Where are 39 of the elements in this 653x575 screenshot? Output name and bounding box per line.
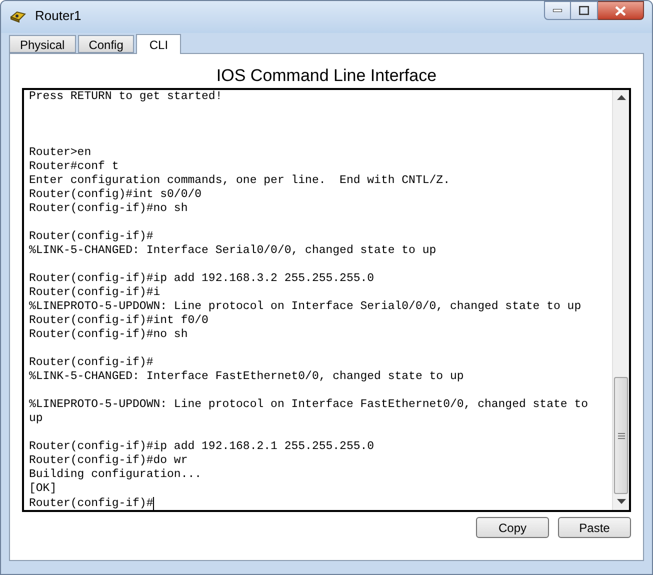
terminal-line: Router(config-if)# (29, 230, 154, 244)
terminal-line: Router>en (29, 146, 92, 160)
maximize-button[interactable] (571, 1, 598, 20)
terminal-line: Router(config-if)# (29, 356, 154, 370)
terminal-line: %LINK-5-CHANGED: Interface FastEthernet0/0, changed state to up (29, 370, 465, 384)
terminal-line: Router(config-if)# (29, 496, 154, 510)
scroll-thumb[interactable] (614, 377, 628, 494)
terminal-line: Enter configuration commands, one per line. End with CNTL/Z. (29, 174, 451, 188)
terminal-line: Router(config-if)#int f0/0 (29, 314, 210, 328)
terminal-line: [OK] (29, 482, 58, 496)
minimize-icon (553, 9, 562, 12)
terminal-line: Router(config-if)#no sh (29, 328, 189, 342)
scrollbar[interactable] (612, 90, 629, 510)
tab[interactable]: Physical (9, 35, 76, 53)
action-button[interactable]: Copy (476, 517, 549, 538)
terminal-line: Press RETURN to get started! (29, 90, 224, 104)
tab[interactable]: Config (78, 35, 134, 53)
minimize-button[interactable] (544, 1, 571, 20)
terminal-line: Router(config-if)#i (29, 286, 162, 300)
terminal-line: Router(config-if)#ip add 192.168.3.2 255.255.255.0 (29, 272, 376, 286)
close-button[interactable] (598, 1, 644, 20)
terminal-line: Router(config-if)#do wr (29, 454, 189, 468)
terminal-line: Router(config-if)#no sh (29, 202, 189, 216)
scroll-down-icon (616, 499, 626, 505)
action-button[interactable]: Paste (558, 517, 631, 538)
terminal-line: Router(config-if)#ip add 192.168.2.1 255.255.255.0 (29, 440, 376, 454)
tab[interactable]: CLI (136, 34, 182, 54)
terminal-line: Router(config)#int s0/0/0 (29, 188, 203, 202)
maximize-icon (579, 6, 589, 15)
window-title: Router1 (35, 7, 82, 25)
terminal-line: %LINEPROTO-5-UPDOWN: Line protocol on Interface FastEthernet0/0, changed state to up (29, 398, 589, 426)
terminal-line: %LINEPROTO-5-UPDOWN: Line protocol on Interface Serial0/0/0, changed state to up (29, 300, 582, 314)
panel-heading: IOS Command Line Interface (216, 66, 437, 86)
terminal-line: Router#conf t (29, 160, 120, 174)
scroll-up-icon (616, 95, 626, 101)
close-icon (615, 6, 626, 16)
terminal-line: %LINK-5-CHANGED: Interface Serial0/0/0, changed state to up (29, 244, 438, 258)
terminal-line: Building configuration... (29, 468, 203, 482)
grip-icon (618, 432, 624, 438)
